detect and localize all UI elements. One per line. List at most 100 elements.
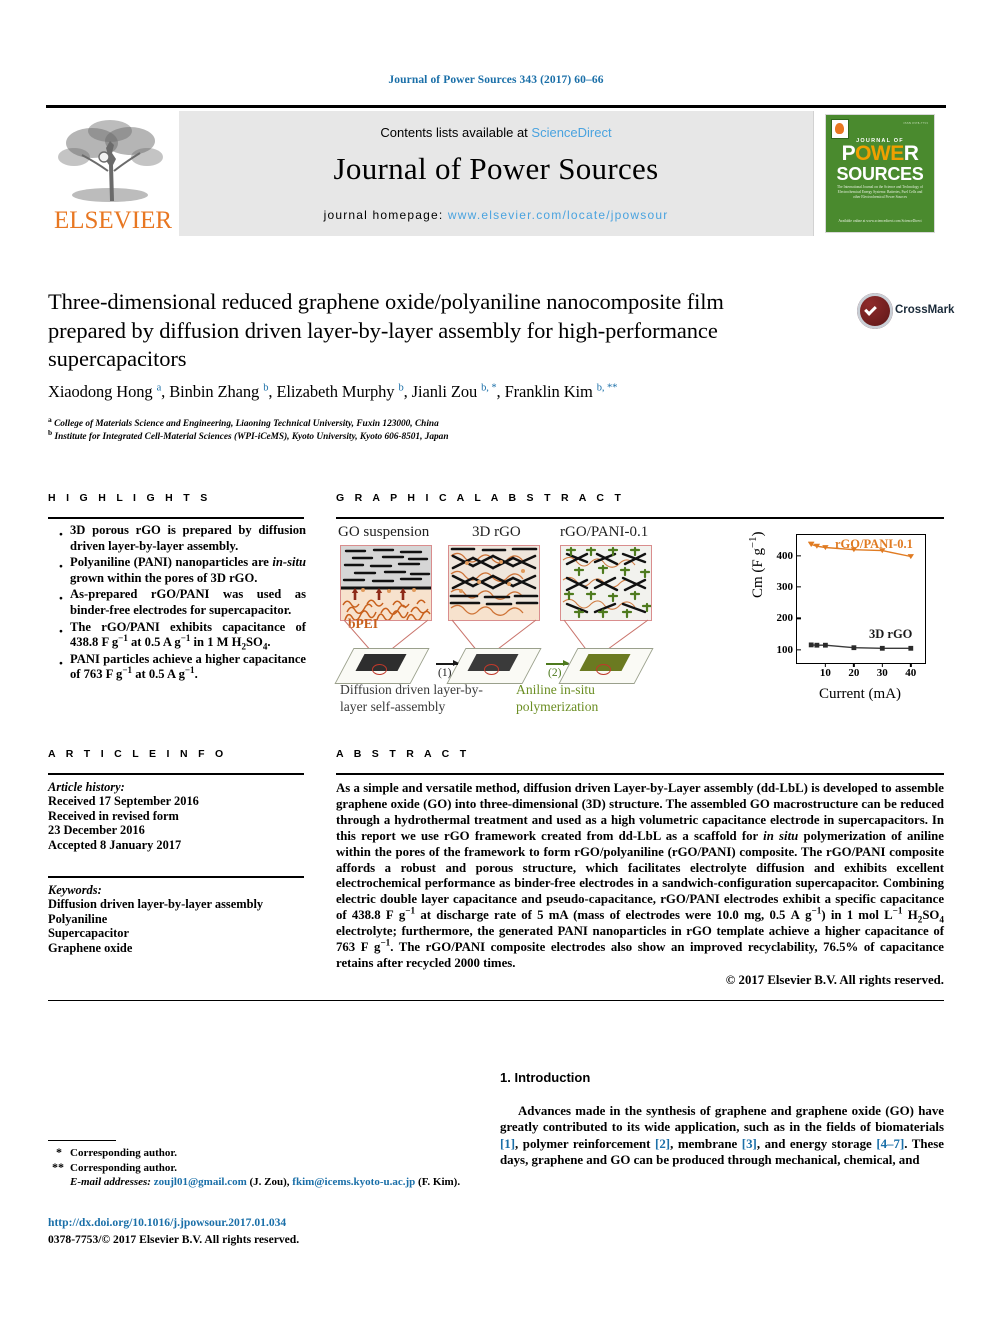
cover-power-owe: OWE <box>855 142 904 165</box>
highlights-ul: 3D porous rGO is prepared by diffusion d… <box>48 523 306 683</box>
elsevier-tree-icon <box>58 120 163 202</box>
email-link-2[interactable]: fkim@icems.kyoto-u.ac.jp <box>292 1176 415 1188</box>
footnote-corresponding-1-text: Corresponding author. <box>70 1147 177 1159</box>
journal-title: Journal of Power Sources <box>333 151 659 186</box>
keywords-rule <box>48 876 304 878</box>
article-info-rule <box>48 773 304 775</box>
series-label-rgo-pani: rGO/PANI-0.1 <box>835 537 913 551</box>
footnote-corresponding-1: * Corresponding author. <box>48 1145 468 1161</box>
citation-3[interactable]: [3] <box>742 1137 757 1151</box>
x-tick-30: 30 <box>877 663 888 679</box>
affiliation-a-text: College of Materials Science and Enginee… <box>54 419 439 429</box>
keyword-3: Graphene oxide <box>48 940 133 955</box>
y-tick-300: 300 <box>777 581 798 593</box>
x-tick-40: 40 <box>905 663 916 679</box>
highlights-heading: H I G H L I G H T S <box>48 492 212 504</box>
article-history-0: Received 17 September 2016 <box>48 794 199 809</box>
keywords-label: Keywords: <box>48 883 102 897</box>
series-label-rgo: 3D rGO <box>869 627 913 641</box>
go-suspension-illustration-icon <box>341 546 431 620</box>
asterisk-double-icon: ** <box>52 1159 64 1174</box>
highlight-text-3: The rGO/PANI exhibits capacitance of 438… <box>70 619 306 652</box>
article-history-label: Article history: <box>48 780 125 794</box>
crossmark-badge[interactable]: CrossMark <box>857 292 954 332</box>
affiliation-a: a College of Materials Science and Engin… <box>48 414 439 429</box>
issn-copyright-line: 0378-7753/© 2017 Elsevier B.V. All right… <box>48 1233 300 1246</box>
doi-link[interactable]: http://dx.doi.org/10.1016/j.jpowsour.201… <box>48 1216 286 1229</box>
article-history-3: Accepted 8 January 2017 <box>48 837 182 852</box>
email-owner-1: (J. Zou), <box>249 1176 290 1189</box>
ga-panel-3d-rgo <box>448 545 540 621</box>
homepage-url-link[interactable]: www.elsevier.com/locate/jpowsour <box>448 208 668 222</box>
capacitance-vs-current-chart: 400 300 200 100 10 20 30 40 rGO/PANI-0.1… <box>747 530 942 712</box>
abstract-copyright: © 2017 Elsevier B.V. All rights reserved… <box>725 972 944 987</box>
article-info-heading: A R T I C L E I N F O <box>48 748 227 760</box>
running-head: Journal of Power Sources 343 (2017) 60–6… <box>388 74 604 86</box>
cover-issn-note: ISSN 0378-7753 <box>903 121 928 125</box>
page-title: Three-dimensional reduced graphene oxide… <box>48 289 724 371</box>
citation-1[interactable]: [1] <box>500 1137 515 1151</box>
footnote-corresponding-2: ** Corresponding author. <box>48 1159 468 1176</box>
ga-panel-rgo-pani <box>560 545 652 621</box>
list-item: 3D porous rGO is prepared by diffusion d… <box>59 523 306 554</box>
crossmark-icon <box>857 293 893 329</box>
elsevier-wordmark: ELSEVIER <box>53 207 173 234</box>
email-link-1[interactable]: zoujl01@gmail.com <box>154 1176 247 1188</box>
ga-step-2-label: (2) <box>548 667 562 679</box>
ga-panel-label-1: 3D rGO <box>472 524 521 540</box>
highlight-text-2: As-prepared rGO/PANI was used as binder-… <box>70 587 306 617</box>
citation-4-7[interactable]: [4–7] <box>876 1137 904 1151</box>
keywords-block: Keywords: Diffusion driven layer-by-laye… <box>48 883 304 955</box>
chart-plot-frame: 400 300 200 100 10 20 30 40 rGO/PANI-0.1… <box>777 534 926 679</box>
ga-arrow-2-icon <box>546 660 569 666</box>
homepage-prefix: journal homepage: <box>323 208 448 222</box>
ga-panel-label-2: rGO/PANI-0.1 <box>560 524 649 540</box>
ga-caption-1: Diffusion driven layer-by-layer self-ass… <box>340 682 483 714</box>
rgo-network-illustration-icon <box>449 546 539 620</box>
article-history-2: 23 December 2016 <box>48 823 145 838</box>
asterisk-single-icon: * <box>56 1145 62 1159</box>
cover-art: ISSN 0378-7753 JOURNAL OF POWER SOURCES … <box>826 115 934 232</box>
keyword-1: Polyaniline <box>48 911 108 926</box>
chart-series-svg <box>808 541 914 651</box>
introduction-body: Advances made in the synthesis of graphe… <box>500 1103 944 1168</box>
x-tick-20: 20 <box>848 663 859 679</box>
article-history-1: Received in revised form <box>48 808 179 823</box>
ga-bpei-label: bPEI <box>348 616 379 631</box>
highlights-list: 3D porous rGO is prepared by diffusion d… <box>48 523 306 684</box>
ga-caption-2: Aniline in-situ polymerization <box>516 682 599 714</box>
journal-masthead: ELSEVIER Contents lists available at Sci… <box>46 105 947 236</box>
keyword-2: Supercapacitor <box>48 926 129 941</box>
x-tick-10: 10 <box>820 663 831 679</box>
cover-elsevier-mark-icon <box>831 119 849 139</box>
introduction-heading: 1. Introduction <box>500 1070 591 1085</box>
email-label: E-mail addresses: <box>70 1176 151 1189</box>
journal-homepage-line: journal homepage: www.elsevier.com/locat… <box>179 208 813 222</box>
zoom-ring-1-icon <box>372 664 387 675</box>
cover-footer-note: Available online at www.sciencedirect.co… <box>838 218 922 223</box>
footnote-rule <box>48 1140 116 1141</box>
graphical-abstract-rule <box>336 517 944 519</box>
footnote-corresponding-2-text: Corresponding author. <box>70 1161 177 1174</box>
sciencedirect-link[interactable]: ScienceDirect <box>531 125 611 140</box>
abstract-block: As a simple and versatile method, diffus… <box>336 781 944 989</box>
contents-available-line: Contents lists available at ScienceDirec… <box>179 125 813 140</box>
y-tick-100: 100 <box>777 644 798 656</box>
author-list: Xiaodong Hong a, Binbin Zhang b, Elizabe… <box>48 382 618 401</box>
highlight-text-4: PANI particles achieve a higher capacita… <box>70 651 306 682</box>
ga-step-1-label: (1) <box>438 667 452 679</box>
y-tick-200: 200 <box>777 612 798 624</box>
cover-power-p: P <box>841 142 856 165</box>
list-item: The rGO/PANI exhibits capacitance of 438… <box>59 619 306 652</box>
cover-power-word: POWER <box>826 142 934 165</box>
affiliation-b-text: Institute for Integrated Cell-Material S… <box>54 432 449 442</box>
abstract-text: As a simple and versatile method, diffus… <box>336 781 944 970</box>
list-item: PANI particles achieve a higher capacita… <box>59 652 306 683</box>
cover-power-r: R <box>903 142 919 165</box>
citation-2[interactable]: [2] <box>655 1137 670 1151</box>
cover-blurb: The International Journal on the Science… <box>837 185 923 199</box>
paper-page: Journal of Power Sources 343 (2017) 60–6… <box>0 0 992 1323</box>
journal-cover-thumbnail: ISSN 0378-7753 JOURNAL OF POWER SOURCES … <box>813 111 947 236</box>
rgo-pani-illustration-icon <box>561 546 651 620</box>
zoom-ring-2-icon <box>484 664 499 675</box>
